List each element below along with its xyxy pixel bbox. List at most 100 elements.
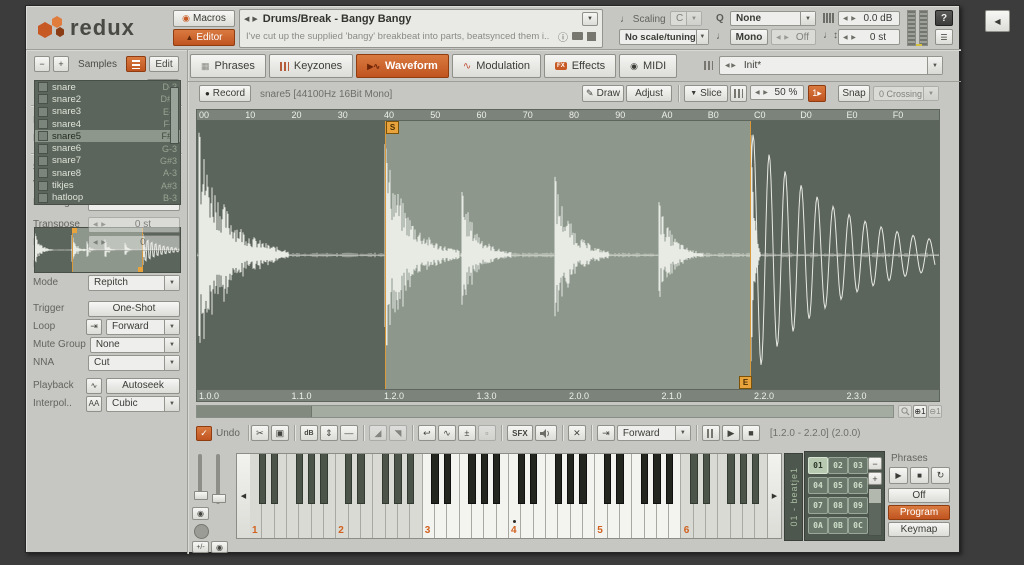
scrollbar-thumb[interactable]	[197, 406, 312, 417]
preview-start-handle[interactable]	[72, 228, 77, 233]
invert-button[interactable]: ∿	[438, 425, 456, 441]
draw-button[interactable]: ✎Draw	[582, 85, 624, 102]
mono-button[interactable]: Mono	[730, 29, 768, 45]
keyboard-keys[interactable]: 123456	[250, 454, 768, 538]
options-icon-button[interactable]: ☰	[935, 29, 953, 45]
phrase-cell[interactable]: 0C	[848, 517, 868, 534]
velocity-slider-thumb[interactable]	[194, 491, 208, 500]
black-key[interactable]	[271, 454, 279, 504]
black-key[interactable]	[641, 454, 649, 504]
black-key[interactable]	[604, 454, 612, 504]
mod-wheel-knob[interactable]	[194, 524, 209, 539]
tab-keyzones[interactable]: Keyzones	[269, 54, 353, 78]
autofade-icon-button[interactable]: ∿	[86, 378, 102, 394]
phrase-cell[interactable]: 01	[808, 457, 828, 474]
pan-toggle-button[interactable]: ◉	[211, 541, 228, 553]
remove-phrase-button[interactable]: −	[868, 457, 882, 470]
modulation-preset-select[interactable]: ◀ ▶ Init*▼	[719, 56, 943, 75]
loop-fwd-icon-button[interactable]: ⇥	[597, 425, 615, 441]
silence-button[interactable]: ✕	[568, 425, 586, 441]
black-key[interactable]	[703, 454, 711, 504]
crop-button[interactable]: ▣	[271, 425, 289, 441]
octave-shift-button[interactable]: +/-	[192, 541, 209, 553]
loop-icon[interactable]: ⇥	[86, 319, 102, 335]
black-key[interactable]	[296, 454, 304, 504]
add-sample-button[interactable]: +	[53, 56, 69, 72]
global-gain-value[interactable]: ◀ ▶0.0 dB	[838, 11, 900, 26]
beatsync-mode-select[interactable]: Repitch▼	[88, 275, 180, 291]
tab-midi[interactable]: ◉MIDI	[619, 54, 677, 78]
black-key[interactable]	[345, 454, 353, 504]
autoseek-button[interactable]: Autoseek	[106, 378, 180, 394]
mute-group-select[interactable]: None▼	[90, 337, 180, 353]
sample-row[interactable]: snare4F-3	[35, 118, 180, 130]
nna-select[interactable]: Cut▼	[88, 355, 180, 371]
velocity-slider[interactable]	[198, 454, 202, 498]
slice-one-shot-button[interactable]: 1▸	[808, 85, 826, 102]
phrase-cell[interactable]: 02	[828, 457, 848, 474]
black-key[interactable]	[431, 454, 439, 504]
reverse-button[interactable]: ↩	[418, 425, 436, 441]
end-marker[interactable]: E	[739, 376, 752, 389]
sample-row[interactable]: snare8A-3	[35, 167, 180, 179]
beat-ruler[interactable]: 1.0.01.1.01.2.01.3.02.0.02.1.02.2.02.3.0	[196, 389, 940, 402]
interpolation-select[interactable]: Cubic▼	[106, 396, 180, 412]
black-key[interactable]	[555, 454, 563, 504]
cut-button[interactable]: ✂	[251, 425, 269, 441]
sample-list-scrollbar[interactable]	[170, 87, 179, 144]
add-phrase-button[interactable]: +	[868, 472, 882, 485]
octave-up-button[interactable]: ▶	[767, 454, 781, 538]
pan-slider-thumb[interactable]	[212, 494, 226, 503]
play-selection-button[interactable]: ▶	[722, 425, 740, 441]
phrase-stop-button[interactable]: ■	[910, 467, 929, 484]
slice-sliders-button[interactable]	[730, 85, 747, 102]
global-transpose-value[interactable]: ◀ ▶0 st	[838, 29, 900, 45]
black-key[interactable]	[727, 454, 735, 504]
sample-row-selected[interactable]: snare5F#3	[35, 130, 180, 142]
black-key[interactable]	[444, 454, 452, 504]
octave-down-button[interactable]: ◀	[237, 454, 251, 538]
samples-edit-button[interactable]: Edit	[149, 56, 179, 72]
undo-checkbox[interactable]: ✓	[196, 426, 212, 441]
zoom-full-button[interactable]: ⊕1	[913, 405, 927, 418]
remove-sample-button[interactable]: −	[34, 56, 50, 72]
preset-next-icon[interactable]: ▶	[252, 15, 257, 23]
phrase-cell[interactable]: 05	[828, 477, 848, 494]
black-key[interactable]	[567, 454, 575, 504]
tuning-select[interactable]: No scale/tuning▼	[619, 29, 709, 45]
help-button[interactable]: ?	[935, 10, 953, 26]
sample-row[interactable]: hatloopB-3	[35, 192, 180, 204]
trigger-oneshot-button[interactable]: One-Shot	[88, 301, 180, 317]
phrase-cell[interactable]: 0B	[828, 517, 848, 534]
black-key[interactable]	[530, 454, 538, 504]
selection-start-line[interactable]	[385, 121, 386, 389]
sample-row[interactable]: snareD-3	[35, 81, 180, 93]
phrase-cell[interactable]: 0A	[808, 517, 828, 534]
antialias-button[interactable]: AA	[86, 396, 102, 412]
black-key[interactable]	[653, 454, 661, 504]
tab-phrases[interactable]: ▦Phrases	[190, 54, 266, 78]
host-collapse-button[interactable]: ◀	[985, 10, 1010, 32]
snap-button[interactable]: Snap	[838, 85, 870, 102]
loop-mode-select[interactable]: Forward▼	[106, 319, 180, 335]
hex-ruler[interactable]: 00102030405060708090A0B0C0D0E0F0	[196, 109, 940, 121]
record-button[interactable]: ●Record	[199, 85, 251, 102]
info-icon[interactable]: ⓘ	[558, 29, 568, 44]
phrase-cell[interactable]: 04	[808, 477, 828, 494]
black-key[interactable]	[518, 454, 526, 504]
preset-dropdown-button[interactable]: ▼	[582, 12, 598, 26]
quantize-select[interactable]: None▼	[730, 11, 816, 26]
gain-button[interactable]: dB	[300, 425, 318, 441]
save-icon[interactable]	[587, 32, 596, 41]
phrase-scrollbar-thumb[interactable]	[869, 489, 881, 503]
black-key[interactable]	[468, 454, 476, 504]
sfx-button[interactable]: SFX	[507, 425, 533, 441]
phrase-cell[interactable]: 06	[848, 477, 868, 494]
phrase-cell[interactable]: 03	[848, 457, 868, 474]
phrase-loop-button[interactable]: ↻	[931, 467, 950, 484]
tab-modulation[interactable]: ∿Modulation	[452, 54, 541, 78]
black-key[interactable]	[740, 454, 748, 504]
editor-button[interactable]: ▲ Editor	[173, 29, 235, 46]
adjust-button[interactable]: Adjust	[626, 85, 672, 102]
slice-sensitivity-value[interactable]: ◀ ▶50 %	[750, 85, 804, 100]
